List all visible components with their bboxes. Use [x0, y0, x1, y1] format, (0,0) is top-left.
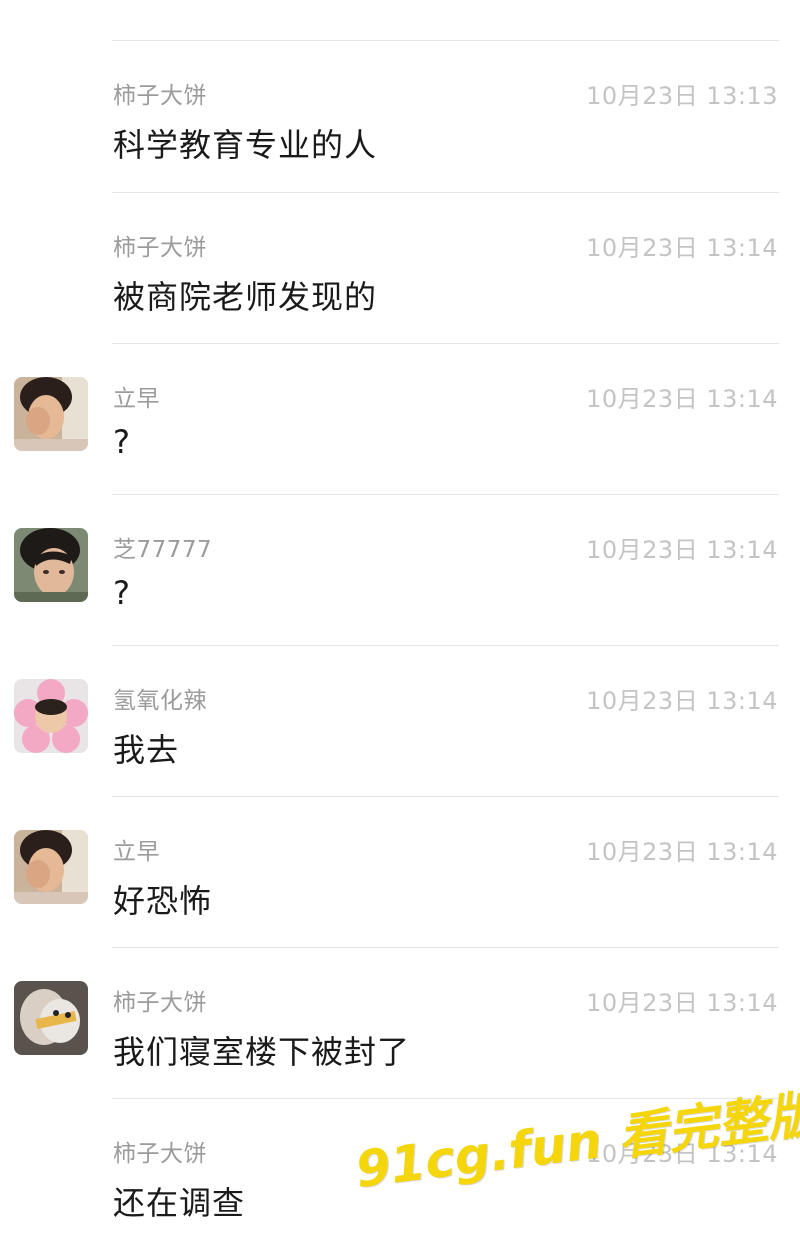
avatar[interactable] — [14, 377, 88, 451]
chat-message[interactable]: 柿子大饼 10月23日 13:13 科学教育专业的人 — [0, 41, 800, 192]
sender-name: 立早 — [113, 386, 160, 412]
plush-toy-avatar-image — [14, 981, 88, 1055]
avatar[interactable] — [14, 981, 88, 1055]
message-time: 10月23日 13:13 — [586, 82, 778, 110]
sender-name: 立早 — [113, 839, 160, 865]
face-covering-avatar-image — [14, 377, 88, 451]
pink-flower-avatar-image — [14, 679, 88, 753]
sender-name: 氢氧化辣 — [113, 688, 207, 714]
dark-hair-avatar-image — [14, 528, 88, 602]
sender-name: 柿子大饼 — [113, 1141, 207, 1167]
sender-name: 柿子大饼 — [113, 83, 207, 109]
avatar[interactable] — [14, 830, 88, 904]
message-text: ? — [113, 574, 131, 612]
chat-message[interactable]: 立早 10月23日 13:14 好恐怖 — [0, 797, 800, 948]
message-time: 10月23日 13:14 — [586, 838, 778, 866]
face-covering-avatar-image — [14, 830, 88, 904]
message-text: 被商院老师发现的 — [113, 278, 378, 316]
avatar[interactable] — [14, 679, 88, 753]
avatar[interactable] — [14, 528, 88, 602]
sender-name: 芝77777 — [113, 537, 213, 563]
chat-message[interactable]: 柿子大饼 10月23日 13:14 被商院老师发现的 — [0, 193, 800, 344]
sender-name: 柿子大饼 — [113, 990, 207, 1016]
message-time: 10月23日 13:14 — [586, 385, 778, 413]
message-time: 10月23日 13:14 — [586, 234, 778, 262]
chat-message[interactable]: 芝77777 10月23日 13:14 ? — [0, 495, 800, 646]
message-text: ? — [113, 423, 131, 461]
message-time: 10月23日 13:14 — [586, 687, 778, 715]
message-time: 10月23日 13:14 — [586, 536, 778, 564]
message-text: 我们寝室楼下被封了 — [113, 1033, 411, 1071]
chat-message[interactable]: 氢氧化辣 10月23日 13:14 我去 — [0, 646, 800, 797]
message-text: 好恐怖 — [113, 882, 213, 920]
sender-name: 柿子大饼 — [113, 235, 207, 261]
message-time: 10月23日 13:14 — [586, 989, 778, 1017]
message-text: 我去 — [113, 731, 180, 769]
chat-message[interactable]: 立早 10月23日 13:14 ? — [0, 344, 800, 495]
message-text: 科学教育专业的人 — [113, 126, 378, 164]
message-text: 还在调查 — [113, 1184, 246, 1222]
chat-message[interactable]: 柿子大饼 10月23日 13:14 我们寝室楼下被封了 — [0, 948, 800, 1099]
